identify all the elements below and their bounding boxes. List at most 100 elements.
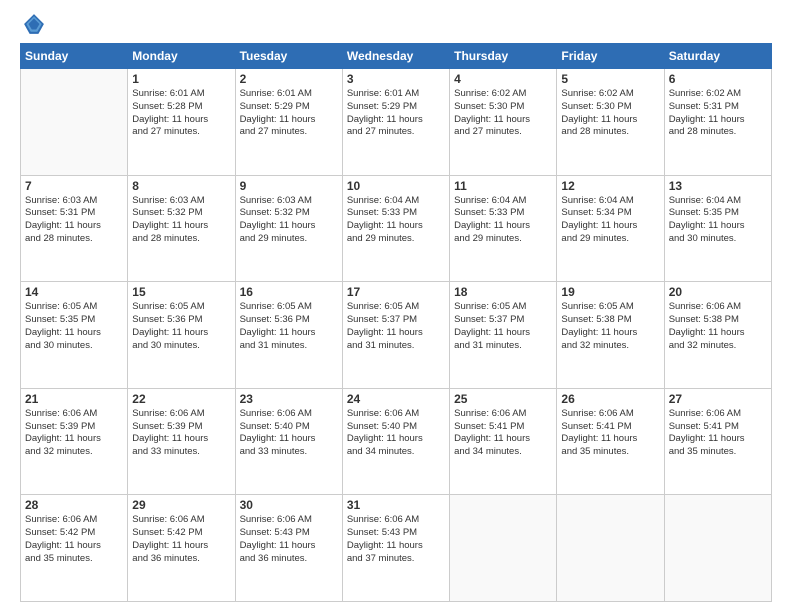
day-number: 27 — [669, 392, 767, 406]
calendar-week-1: 1Sunrise: 6:01 AMSunset: 5:28 PMDaylight… — [21, 69, 772, 176]
calendar-cell: 16 Sunrise: 6:05 AMSunset: 5:36 PMDayligh… — [235, 282, 342, 389]
day-header-monday: Monday — [128, 44, 235, 69]
calendar-cell: 4Sunrise: 6:02 AMSunset: 5:30 PMDaylight… — [450, 69, 557, 176]
day-header-saturday: Saturday — [664, 44, 771, 69]
day-info: Sunrise: 6:03 AMSunset: 5:32 PMDaylight:… — [240, 195, 338, 246]
calendar-cell: 24 Sunrise: 6:06 AMSunset: 5:40 PMDayligh… — [342, 388, 449, 495]
day-header-friday: Friday — [557, 44, 664, 69]
day-info: Sunrise: 6:05 AMSunset: 5:36 PMDaylight:… — [132, 301, 230, 352]
day-info: Sunrise: 6:06 AMSunset: 5:43 PMDaylight:… — [347, 514, 445, 565]
day-number: 26 — [561, 392, 659, 406]
day-info: Sunrise: 6:04 AMSunset: 5:33 PMDaylight:… — [347, 195, 445, 246]
day-info: Sunrise: 6:01 AMSunset: 5:29 PMDaylight:… — [240, 88, 338, 139]
calendar-cell: 7Sunrise: 6:03 AMSunset: 5:31 PMDaylight… — [21, 175, 128, 282]
day-number: 10 — [347, 179, 445, 193]
day-info: Sunrise: 6:06 AMSunset: 5:40 PMDaylight:… — [347, 408, 445, 459]
day-info: Sunrise: 6:06 AMSunset: 5:41 PMDaylight:… — [669, 408, 767, 459]
day-info: Sunrise: 6:05 AMSunset: 5:38 PMDaylight:… — [561, 301, 659, 352]
day-number: 5 — [561, 72, 659, 86]
day-number: 12 — [561, 179, 659, 193]
day-header-wednesday: Wednesday — [342, 44, 449, 69]
day-number: 3 — [347, 72, 445, 86]
day-number: 23 — [240, 392, 338, 406]
day-number: 22 — [132, 392, 230, 406]
calendar-cell — [450, 495, 557, 602]
day-number: 11 — [454, 179, 552, 193]
calendar-cell: 19 Sunrise: 6:05 AMSunset: 5:38 PMDayligh… — [557, 282, 664, 389]
calendar-cell: 28 Sunrise: 6:06 AMSunset: 5:42 PMDayligh… — [21, 495, 128, 602]
calendar-cell: 26 Sunrise: 6:06 AMSunset: 5:41 PMDayligh… — [557, 388, 664, 495]
calendar-table: SundayMondayTuesdayWednesdayThursdayFrid… — [20, 43, 772, 602]
calendar-cell: 5Sunrise: 6:02 AMSunset: 5:30 PMDaylight… — [557, 69, 664, 176]
day-number: 18 — [454, 285, 552, 299]
calendar-cell: 12 Sunrise: 6:04 AMSunset: 5:34 PMDayligh… — [557, 175, 664, 282]
day-number: 17 — [347, 285, 445, 299]
calendar-week-3: 14 Sunrise: 6:05 AMSunset: 5:35 PMDayligh… — [21, 282, 772, 389]
day-number: 24 — [347, 392, 445, 406]
day-number: 19 — [561, 285, 659, 299]
calendar-cell: 20Sunrise: 6:06 AMSunset: 5:38 PMDayligh… — [664, 282, 771, 389]
day-header-sunday: Sunday — [21, 44, 128, 69]
day-info: Sunrise: 6:05 AMSunset: 5:37 PMDaylight:… — [347, 301, 445, 352]
calendar-cell: 17 Sunrise: 6:05 AMSunset: 5:37 PMDayligh… — [342, 282, 449, 389]
day-number: 28 — [25, 498, 123, 512]
day-info: Sunrise: 6:02 AMSunset: 5:31 PMDaylight:… — [669, 88, 767, 139]
day-info: Sunrise: 6:04 AMSunset: 5:33 PMDaylight:… — [454, 195, 552, 246]
calendar-cell — [557, 495, 664, 602]
calendar-week-5: 28 Sunrise: 6:06 AMSunset: 5:42 PMDayligh… — [21, 495, 772, 602]
day-info: Sunrise: 6:06 AMSunset: 5:41 PMDaylight:… — [454, 408, 552, 459]
calendar-cell: 13Sunrise: 6:04 AMSunset: 5:35 PMDayligh… — [664, 175, 771, 282]
day-number: 6 — [669, 72, 767, 86]
day-info: Sunrise: 6:06 AMSunset: 5:42 PMDaylight:… — [25, 514, 123, 565]
day-info: Sunrise: 6:03 AMSunset: 5:32 PMDaylight:… — [132, 195, 230, 246]
day-number: 1 — [132, 72, 230, 86]
day-header-tuesday: Tuesday — [235, 44, 342, 69]
calendar-cell: 25 Sunrise: 6:06 AMSunset: 5:41 PMDayligh… — [450, 388, 557, 495]
day-number: 15 — [132, 285, 230, 299]
calendar-cell: 6 Sunrise: 6:02 AMSunset: 5:31 PMDaylight… — [664, 69, 771, 176]
calendar-cell: 22 Sunrise: 6:06 AMSunset: 5:39 PMDayligh… — [128, 388, 235, 495]
day-number: 16 — [240, 285, 338, 299]
calendar-cell: 15 Sunrise: 6:05 AMSunset: 5:36 PMDayligh… — [128, 282, 235, 389]
day-info: Sunrise: 6:04 AMSunset: 5:34 PMDaylight:… — [561, 195, 659, 246]
day-number: 21 — [25, 392, 123, 406]
day-info: Sunrise: 6:06 AMSunset: 5:40 PMDaylight:… — [240, 408, 338, 459]
calendar-cell: 3 Sunrise: 6:01 AMSunset: 5:29 PMDaylight… — [342, 69, 449, 176]
day-info: Sunrise: 6:06 AMSunset: 5:41 PMDaylight:… — [561, 408, 659, 459]
calendar-cell: 2 Sunrise: 6:01 AMSunset: 5:29 PMDaylight… — [235, 69, 342, 176]
calendar-cell: 14 Sunrise: 6:05 AMSunset: 5:35 PMDayligh… — [21, 282, 128, 389]
day-number: 14 — [25, 285, 123, 299]
calendar-cell: 23 Sunrise: 6:06 AMSunset: 5:40 PMDayligh… — [235, 388, 342, 495]
header — [20, 15, 772, 35]
day-info: Sunrise: 6:06 AMSunset: 5:39 PMDaylight:… — [25, 408, 123, 459]
day-info: Sunrise: 6:06 AMSunset: 5:42 PMDaylight:… — [132, 514, 230, 565]
day-info: Sunrise: 6:05 AMSunset: 5:36 PMDaylight:… — [240, 301, 338, 352]
day-header-thursday: Thursday — [450, 44, 557, 69]
day-number: 2 — [240, 72, 338, 86]
day-info: Sunrise: 6:06 AMSunset: 5:39 PMDaylight:… — [132, 408, 230, 459]
day-info: Sunrise: 6:04 AMSunset: 5:35 PMDaylight:… — [669, 195, 767, 246]
day-number: 4 — [454, 72, 552, 86]
day-info: Sunrise: 6:05 AMSunset: 5:37 PMDaylight:… — [454, 301, 552, 352]
day-number: 9 — [240, 179, 338, 193]
calendar-cell — [21, 69, 128, 176]
calendar-cell: 9 Sunrise: 6:03 AMSunset: 5:32 PMDaylight… — [235, 175, 342, 282]
calendar-cell — [664, 495, 771, 602]
calendar-week-2: 7Sunrise: 6:03 AMSunset: 5:31 PMDaylight… — [21, 175, 772, 282]
calendar-cell: 31 Sunrise: 6:06 AMSunset: 5:43 PMDayligh… — [342, 495, 449, 602]
day-number: 29 — [132, 498, 230, 512]
calendar-cell: 27 Sunrise: 6:06 AMSunset: 5:41 PMDayligh… — [664, 388, 771, 495]
calendar-cell: 8Sunrise: 6:03 AMSunset: 5:32 PMDaylight… — [128, 175, 235, 282]
calendar-cell: 18 Sunrise: 6:05 AMSunset: 5:37 PMDayligh… — [450, 282, 557, 389]
calendar-cell: 21 Sunrise: 6:06 AMSunset: 5:39 PMDayligh… — [21, 388, 128, 495]
calendar-cell: 10 Sunrise: 6:04 AMSunset: 5:33 PMDayligh… — [342, 175, 449, 282]
calendar-cell: 30Sunrise: 6:06 AMSunset: 5:43 PMDayligh… — [235, 495, 342, 602]
day-info: Sunrise: 6:05 AMSunset: 5:35 PMDaylight:… — [25, 301, 123, 352]
calendar-header-row: SundayMondayTuesdayWednesdayThursdayFrid… — [21, 44, 772, 69]
day-info: Sunrise: 6:01 AMSunset: 5:29 PMDaylight:… — [347, 88, 445, 139]
day-number: 25 — [454, 392, 552, 406]
calendar-cell: 11 Sunrise: 6:04 AMSunset: 5:33 PMDayligh… — [450, 175, 557, 282]
day-info: Sunrise: 6:06 AMSunset: 5:43 PMDaylight:… — [240, 514, 338, 565]
day-number: 31 — [347, 498, 445, 512]
calendar-week-4: 21 Sunrise: 6:06 AMSunset: 5:39 PMDayligh… — [21, 388, 772, 495]
